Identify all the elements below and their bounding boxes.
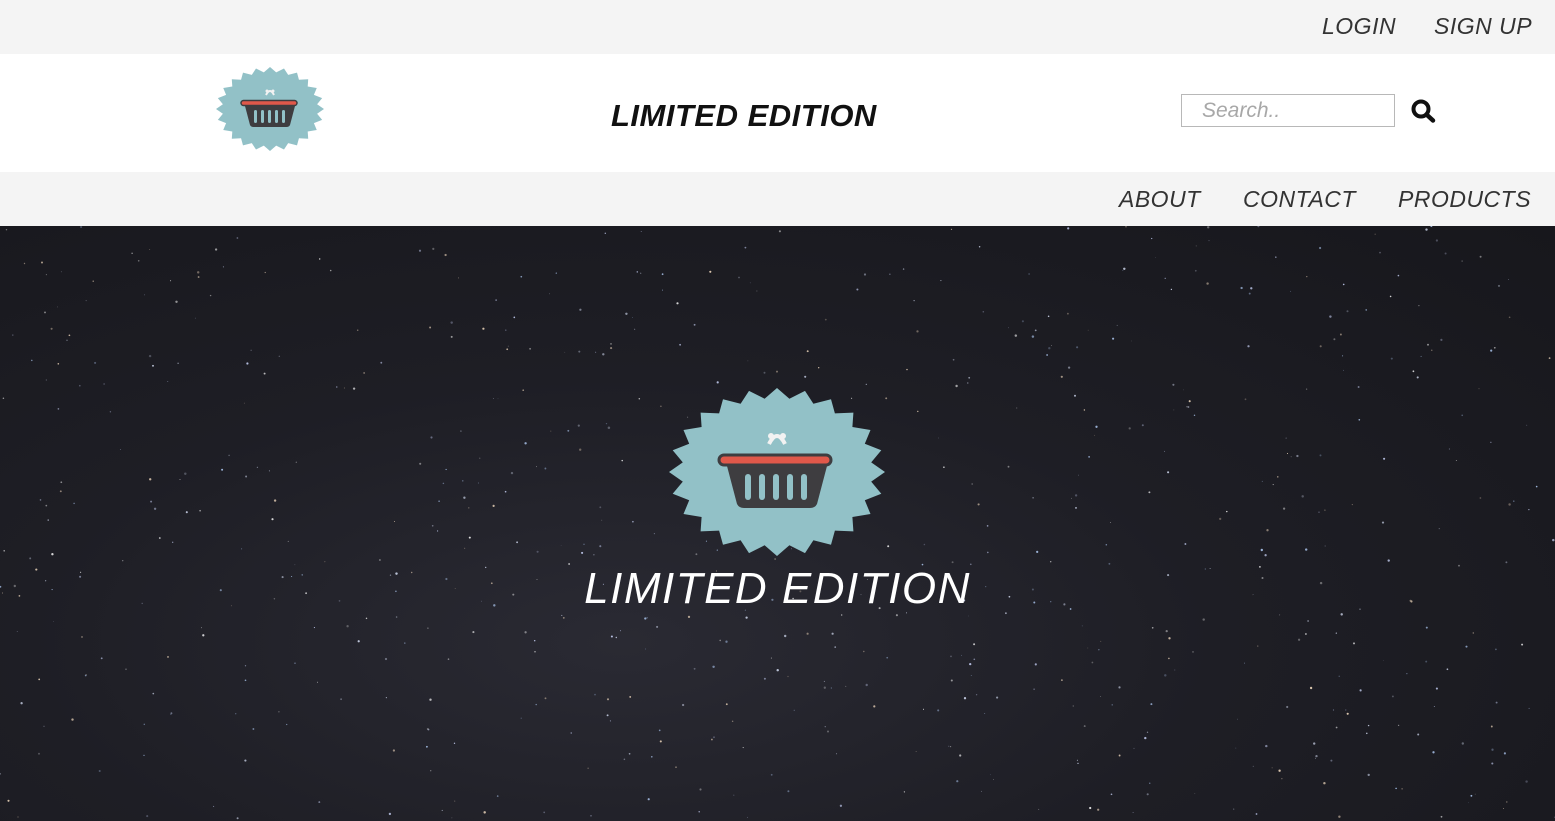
shopping-basket-icon[interactable] <box>215 66 325 152</box>
nav-item-contact[interactable]: CONTACT <box>1243 184 1356 214</box>
top-bar: LOGIN SIGN UP <box>0 0 1555 54</box>
main-nav: ABOUT CONTACT PRODUCTS <box>0 172 1555 226</box>
search-icon <box>1411 99 1436 123</box>
nav-item-products[interactable]: PRODUCTS <box>1398 184 1531 214</box>
search-button[interactable] <box>1407 96 1441 126</box>
shopping-basket-icon <box>669 388 885 556</box>
brand-title: LIMITED EDITION <box>611 98 877 133</box>
hero-banner: LIMITED EDITION <box>0 226 1555 821</box>
login-link[interactable]: LOGIN <box>1322 11 1396 41</box>
site-header: LIMITED EDITION <box>0 54 1555 172</box>
search-input[interactable] <box>1181 94 1395 127</box>
hero-title: LIMITED EDITION <box>584 564 971 613</box>
nav-item-about[interactable]: ABOUT <box>1119 184 1201 214</box>
signup-link[interactable]: SIGN UP <box>1434 11 1532 41</box>
